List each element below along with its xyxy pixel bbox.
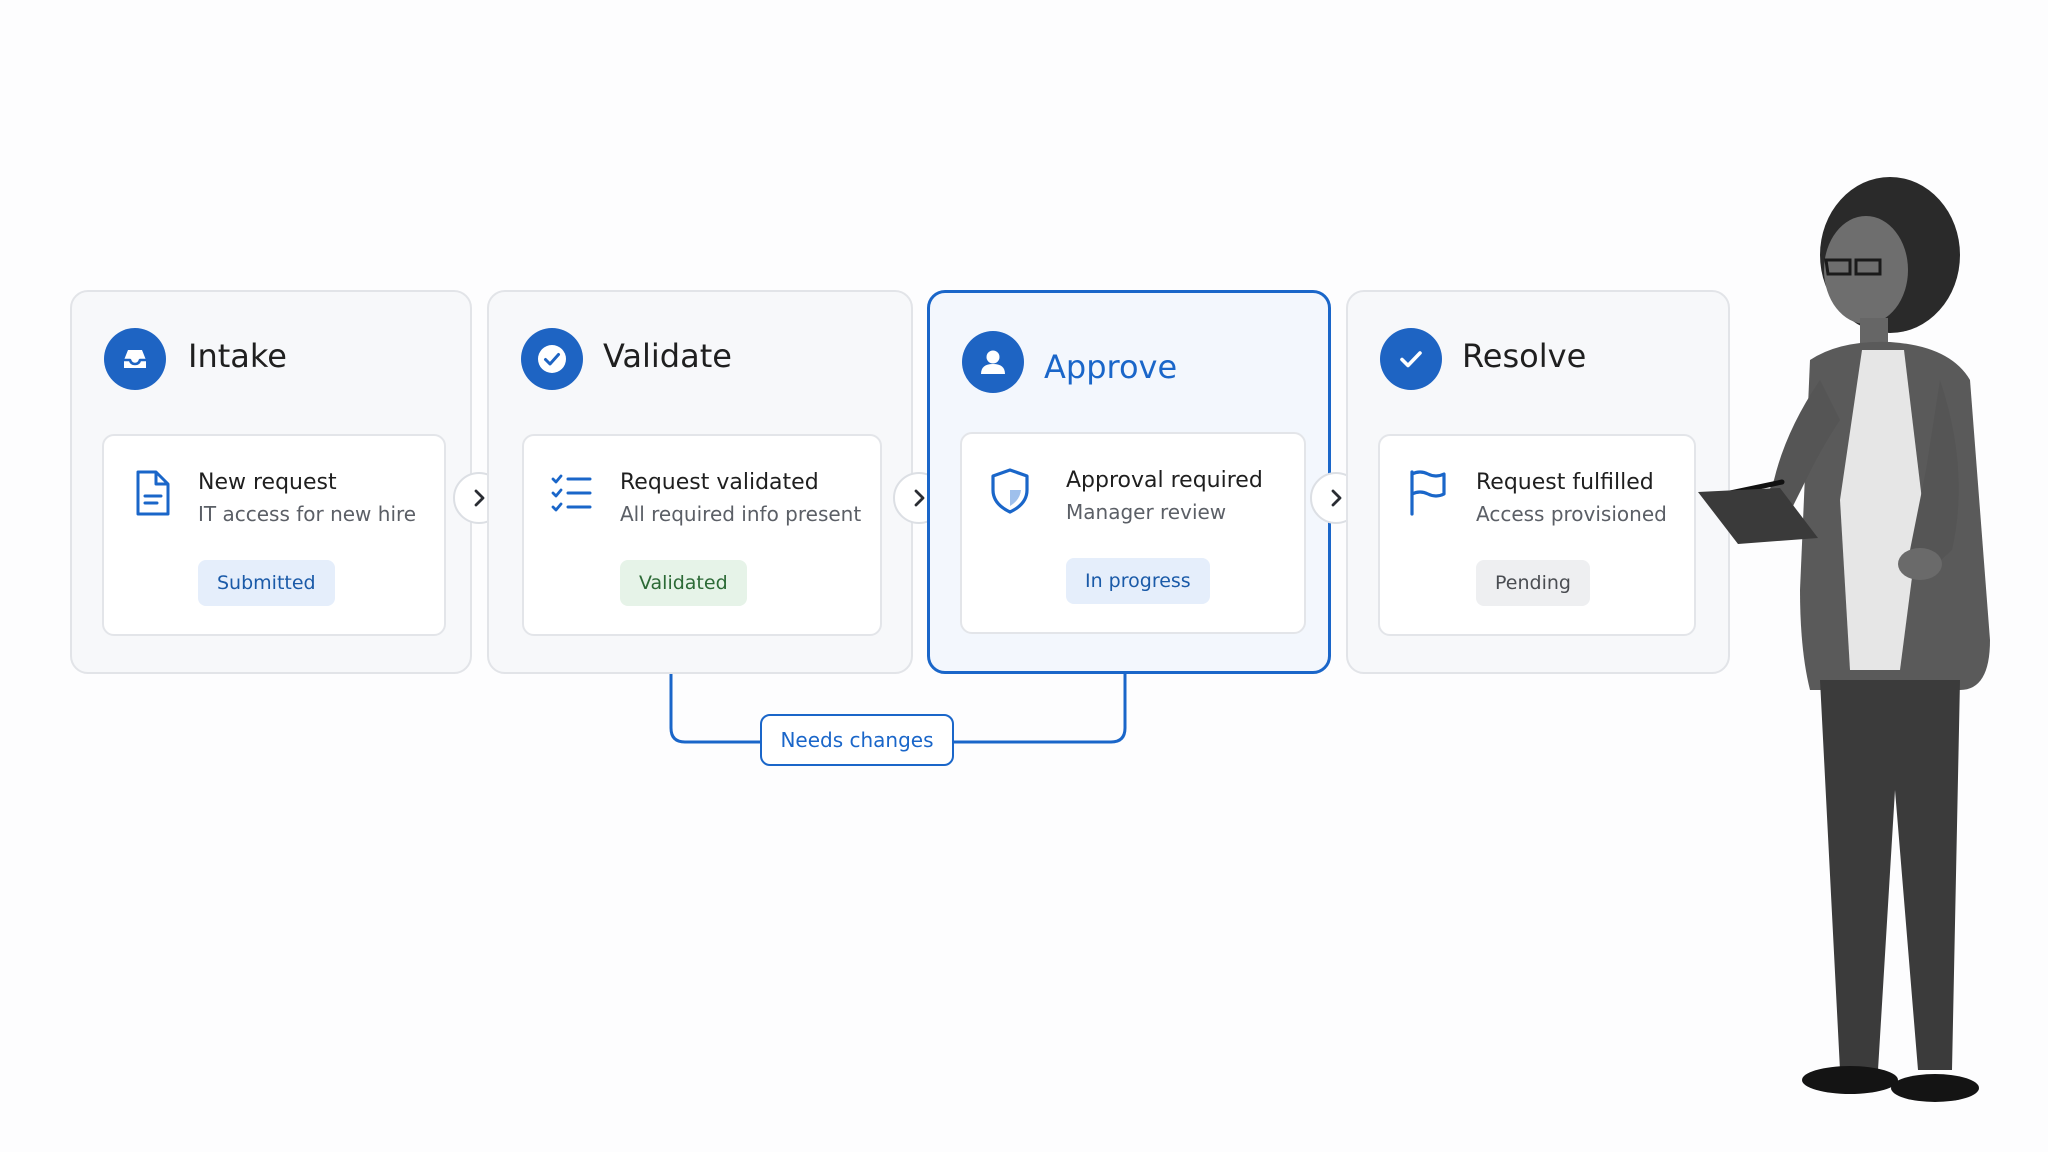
request-card[interactable]: Request fulfilled Access provisioned Pen… xyxy=(1378,434,1696,636)
stage-title: Validate xyxy=(603,337,732,375)
flag-icon xyxy=(1410,470,1446,516)
card-subtitle: Access provisioned xyxy=(1476,502,1667,526)
stage-title: Intake xyxy=(188,337,287,375)
request-card[interactable]: New request IT access for new hire Submi… xyxy=(102,434,446,636)
chevron-right-icon xyxy=(1331,489,1342,507)
card-title: Request fulfilled xyxy=(1476,470,1654,495)
request-card[interactable]: Approval required Manager review In prog… xyxy=(960,432,1306,634)
check-circle-icon xyxy=(521,328,583,390)
user-icon xyxy=(962,331,1024,393)
stage-title: Approve xyxy=(1044,348,1178,386)
chevron-right-icon xyxy=(914,489,925,507)
card-title: Request validated xyxy=(620,470,819,495)
checklist-icon xyxy=(551,474,592,512)
status-badge: In progress xyxy=(1066,558,1210,604)
request-card[interactable]: Request validated All required info pres… xyxy=(522,434,882,636)
stage-intake: Intake New request IT access for new hir… xyxy=(70,290,472,674)
stage-approve: Approve Approval required Manager review… xyxy=(927,290,1331,674)
document-icon xyxy=(136,470,170,516)
status-badge: Validated xyxy=(620,560,747,606)
card-title: New request xyxy=(198,470,337,495)
card-subtitle: IT access for new hire xyxy=(198,502,417,526)
stage-resolve: Resolve Request fulfilled Access provisi… xyxy=(1346,290,1730,674)
card-subtitle: Manager review xyxy=(1066,500,1227,524)
checkmark-icon xyxy=(1380,328,1442,390)
inbox-icon xyxy=(104,328,166,390)
status-badge: Submitted xyxy=(198,560,335,606)
shield-icon xyxy=(991,468,1029,514)
stage-validate: Validate Request validated All required … xyxy=(487,290,913,674)
card-title: Approval required xyxy=(1066,468,1263,493)
person-illustration xyxy=(1698,177,1990,1102)
needs-changes-label: Needs changes xyxy=(760,714,954,766)
status-badge: Pending xyxy=(1476,560,1590,606)
card-subtitle: All required info present xyxy=(620,502,862,526)
stage-title: Resolve xyxy=(1462,337,1587,375)
chevron-right-icon xyxy=(474,489,485,507)
